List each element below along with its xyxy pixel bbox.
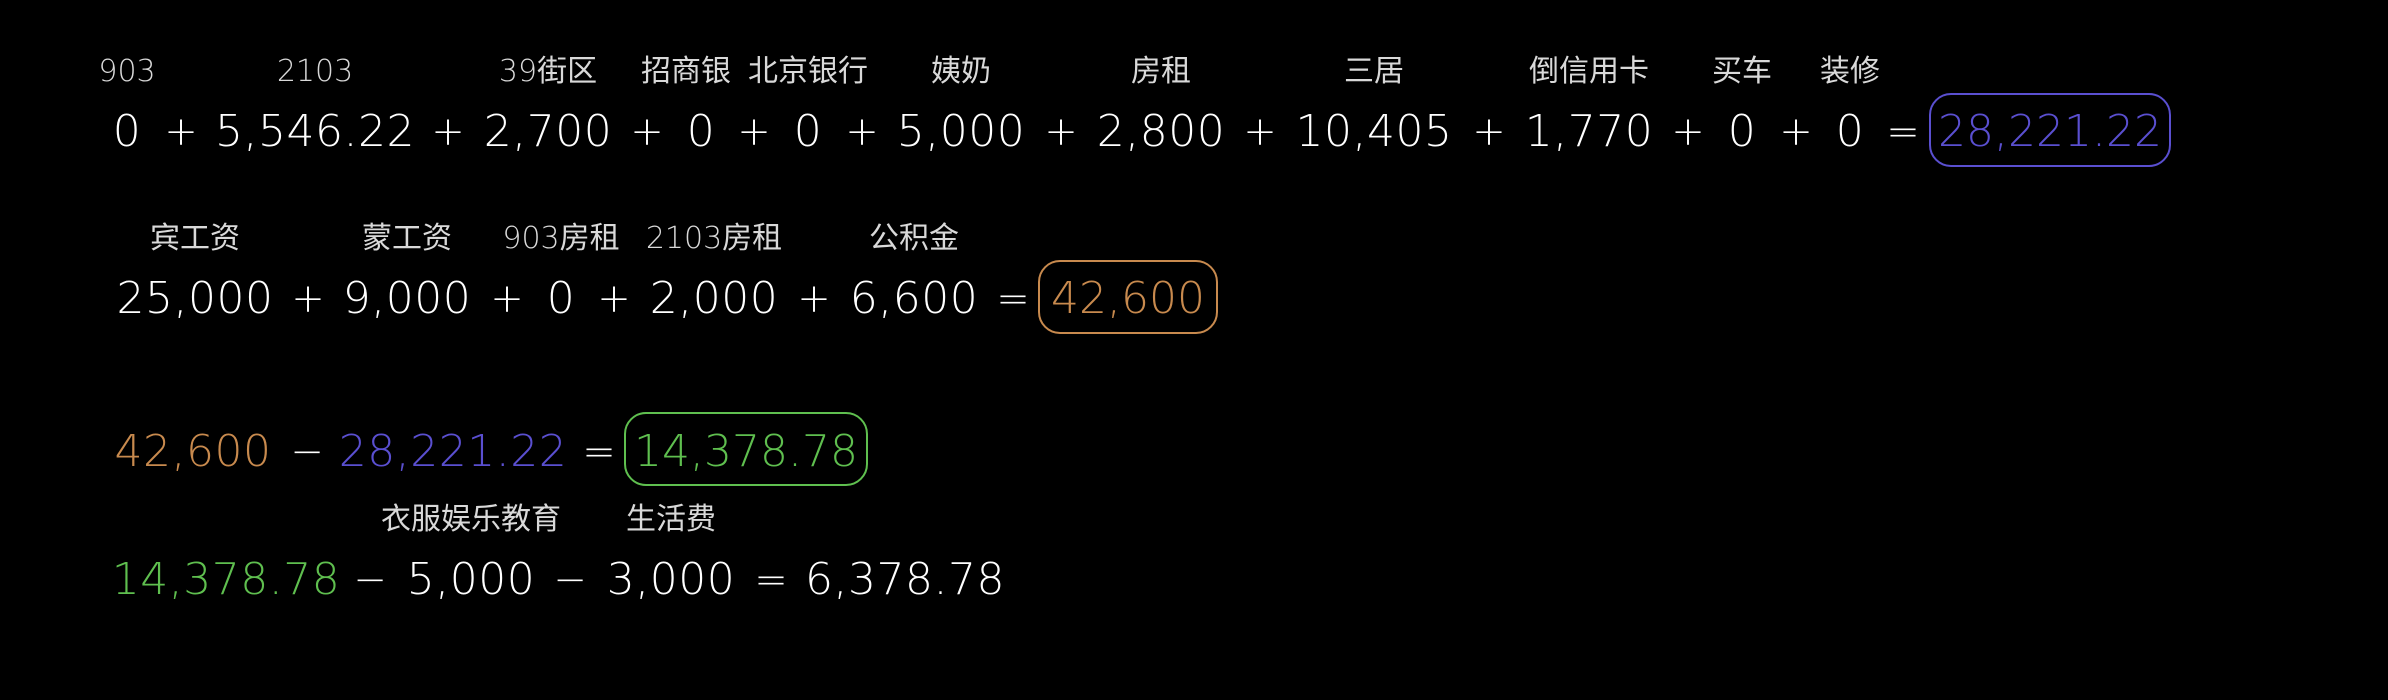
equals-sign: = <box>754 557 788 603</box>
remaining-value: 3,000 <box>606 554 736 605</box>
remaining-label-clothes-entertainment-education: 衣服娱乐教育 <box>381 502 561 537</box>
minus-sign: − <box>553 557 587 603</box>
remaining-start: 14,378.78 <box>111 554 341 605</box>
remaining-label-living-expenses: 生活费 <box>626 502 716 537</box>
remaining-equation: 衣服娱乐教育 生活费 14,378.78 − 5,000 − 3,000 = 6… <box>0 0 2388 700</box>
minus-sign: − <box>353 557 387 603</box>
remaining-value: 5,000 <box>406 554 536 605</box>
remaining-result: 6,378.78 <box>805 554 1005 605</box>
